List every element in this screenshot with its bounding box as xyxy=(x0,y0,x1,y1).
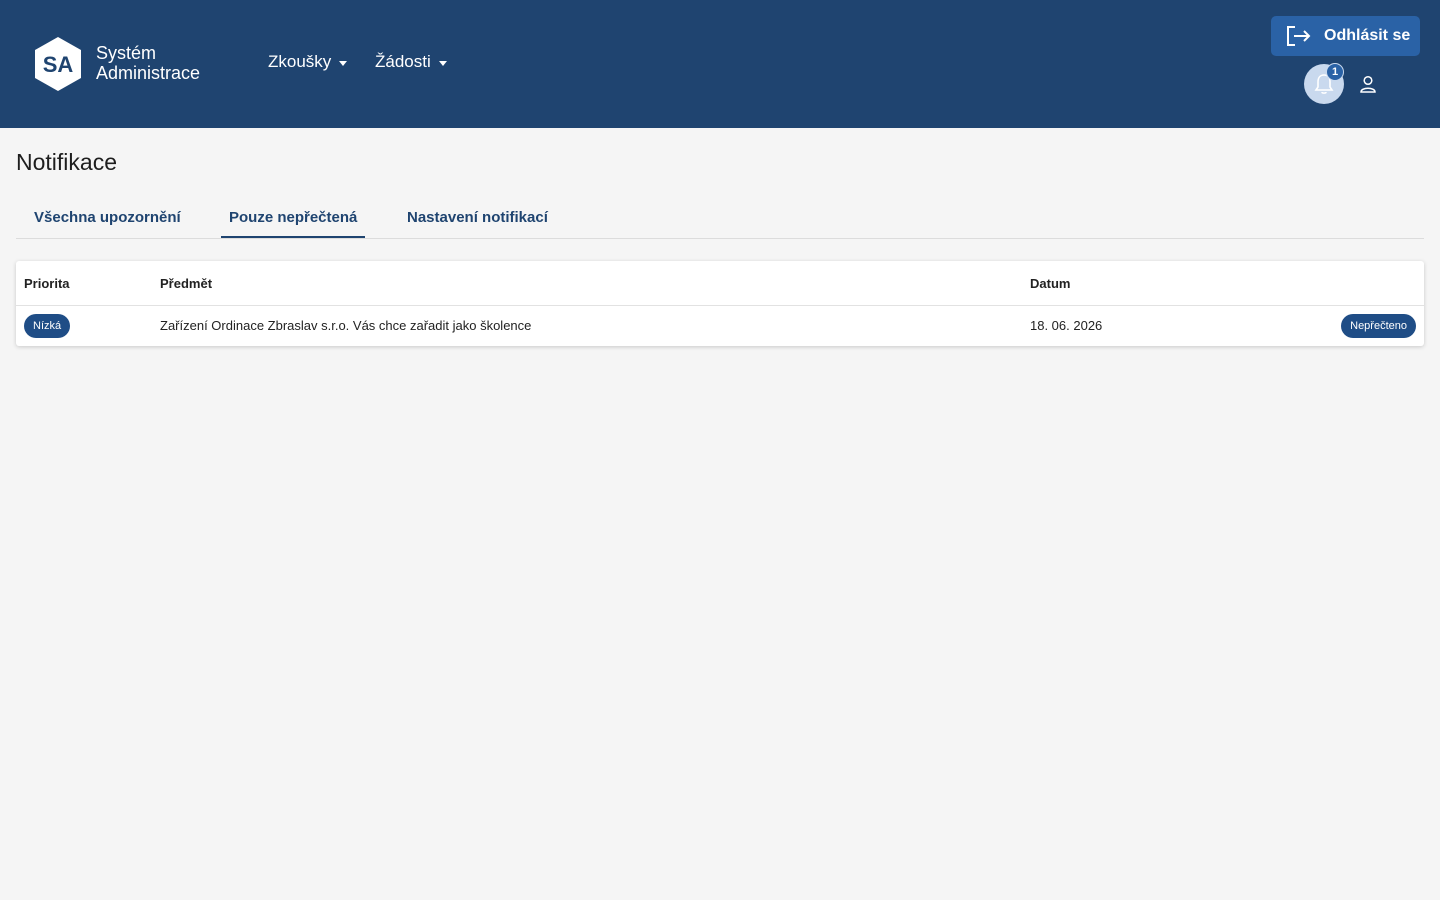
logo-letters: SA xyxy=(43,52,74,77)
table-row[interactable]: Nízká Zařízení Ordinace Zbraslav s.r.o. … xyxy=(16,306,1424,346)
notification-count-badge: 1 xyxy=(1326,63,1344,81)
caret-down-icon xyxy=(438,60,447,66)
nav-zadosti-dropdown[interactable]: Žádosti xyxy=(375,52,447,72)
top-header: SA Systém Administrace Zkoušky Žádosti O… xyxy=(0,0,1440,128)
brand-line-2: Administrace xyxy=(96,63,201,83)
brand-line-1: Systém xyxy=(96,43,157,63)
page-title: Notifikace xyxy=(16,149,117,175)
nav-zadosti-label: Žádosti xyxy=(375,52,431,71)
logout-icon xyxy=(1287,26,1311,46)
tab-unread-only[interactable]: Pouze nepřečtená xyxy=(221,197,366,238)
user-icon[interactable] xyxy=(1359,75,1377,93)
date-cell: 18. 06. 2026 xyxy=(1030,318,1103,333)
priority-badge: Nízká xyxy=(24,314,71,338)
status-badge: Nepřečteno xyxy=(1341,314,1416,338)
caret-down-icon xyxy=(339,60,348,66)
table-header: Priorita Předmět Datum xyxy=(16,261,1424,306)
column-header-subject[interactable]: Předmět xyxy=(160,276,212,291)
column-header-date[interactable]: Datum xyxy=(1030,276,1070,291)
logo[interactable]: SA xyxy=(34,37,82,91)
hexagon-logo-icon: SA xyxy=(35,37,81,91)
column-header-priority[interactable]: Priorita xyxy=(24,276,70,291)
tab-all-notifications[interactable]: Všechna upozornění xyxy=(26,197,189,238)
notifications-table: Priorita Předmět Datum Nízká Zařízení Or… xyxy=(16,261,1424,346)
brand-name: Systém Administrace xyxy=(96,43,200,83)
logout-label: Odhlásit se xyxy=(1324,27,1411,44)
nav-zkousky-dropdown[interactable]: Zkoušky xyxy=(268,52,348,72)
logout-button[interactable]: Odhlásit se xyxy=(1271,16,1420,56)
notifications-button[interactable]: 1 xyxy=(1304,63,1344,104)
tab-notification-settings[interactable]: Nastavení notifikací xyxy=(399,197,556,238)
subject-cell: Zařízení Ordinace Zbraslav s.r.o. Vás ch… xyxy=(160,318,532,333)
tab-bar: Všechna upozornění Pouze nepřečtená Nast… xyxy=(16,197,1424,239)
nav-zkousky-label: Zkoušky xyxy=(268,52,332,71)
